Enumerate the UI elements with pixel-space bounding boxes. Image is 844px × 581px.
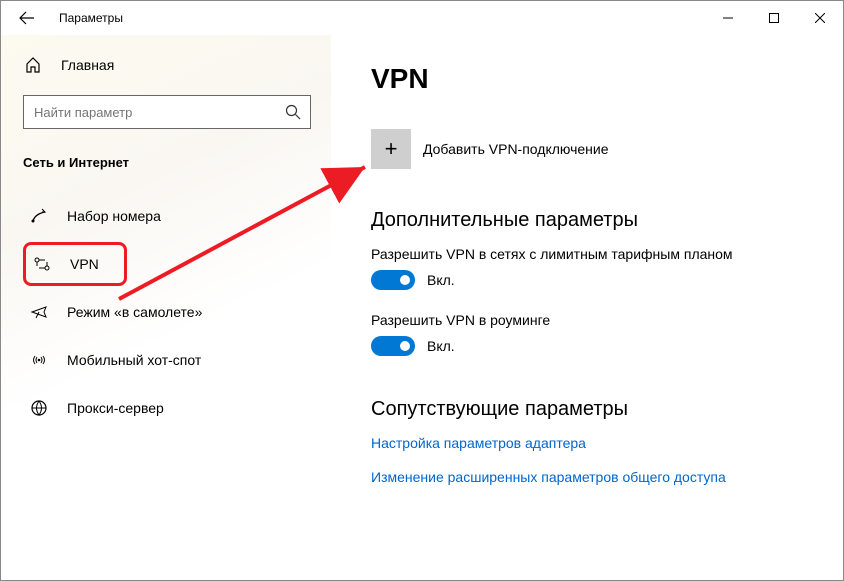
link-adapter-settings[interactable]: Настройка параметров адаптера bbox=[371, 435, 823, 451]
add-vpn-button[interactable]: + Добавить VPN-подключение bbox=[371, 129, 823, 169]
toggle-roaming[interactable] bbox=[371, 336, 415, 356]
search-input[interactable] bbox=[23, 95, 311, 129]
sidebar: Главная Сеть и Интернет Набор номера VPN… bbox=[1, 35, 331, 580]
back-icon[interactable] bbox=[19, 10, 35, 26]
dialup-icon bbox=[29, 207, 49, 225]
maximize-button[interactable] bbox=[751, 1, 797, 35]
related-heading: Сопутствующие параметры bbox=[371, 398, 823, 421]
airplane-icon bbox=[29, 303, 49, 321]
nav-airplane[interactable]: Режим «в самолете» bbox=[23, 290, 311, 334]
search-box bbox=[23, 95, 311, 129]
titlebar: Параметры bbox=[1, 1, 843, 35]
setting-roaming-label: Разрешить VPN в роуминге bbox=[371, 312, 823, 328]
home-label: Главная bbox=[61, 57, 114, 73]
close-button[interactable] bbox=[797, 1, 843, 35]
nav-vpn[interactable]: VPN bbox=[23, 242, 127, 286]
nav-label: Набор номера bbox=[67, 208, 161, 224]
advanced-heading: Дополнительные параметры bbox=[371, 209, 823, 232]
nav-proxy[interactable]: Прокси-сервер bbox=[23, 386, 311, 430]
window-title: Параметры bbox=[59, 11, 123, 25]
toggle-state: Вкл. bbox=[427, 338, 455, 354]
section-label: Сеть и Интернет bbox=[23, 155, 311, 170]
nav-dialup[interactable]: Набор номера bbox=[23, 194, 311, 238]
home-icon bbox=[23, 57, 43, 73]
vpn-icon bbox=[32, 255, 52, 273]
setting-metered-label: Разрешить VPN в сетях с лимитным тарифны… bbox=[371, 246, 823, 262]
nav-hotspot[interactable]: Мобильный хот-спот bbox=[23, 338, 311, 382]
page-title: VPN bbox=[371, 63, 823, 95]
search-icon bbox=[285, 104, 301, 120]
link-sharing-settings[interactable]: Изменение расширенных параметров общего … bbox=[371, 469, 823, 485]
nav-label: Прокси-сервер bbox=[67, 400, 164, 416]
minimize-button[interactable] bbox=[705, 1, 751, 35]
toggle-metered[interactable] bbox=[371, 270, 415, 290]
content-pane: VPN + Добавить VPN-подключение Дополните… bbox=[331, 35, 843, 580]
nav-label: Мобильный хот-спот bbox=[67, 352, 201, 368]
add-vpn-label: Добавить VPN-подключение bbox=[423, 141, 609, 157]
nav-label: Режим «в самолете» bbox=[67, 304, 202, 320]
hotspot-icon bbox=[29, 351, 49, 369]
plus-icon: + bbox=[371, 129, 411, 169]
home-nav[interactable]: Главная bbox=[23, 57, 311, 73]
nav-label: VPN bbox=[70, 256, 99, 272]
toggle-state: Вкл. bbox=[427, 272, 455, 288]
proxy-icon bbox=[29, 399, 49, 417]
